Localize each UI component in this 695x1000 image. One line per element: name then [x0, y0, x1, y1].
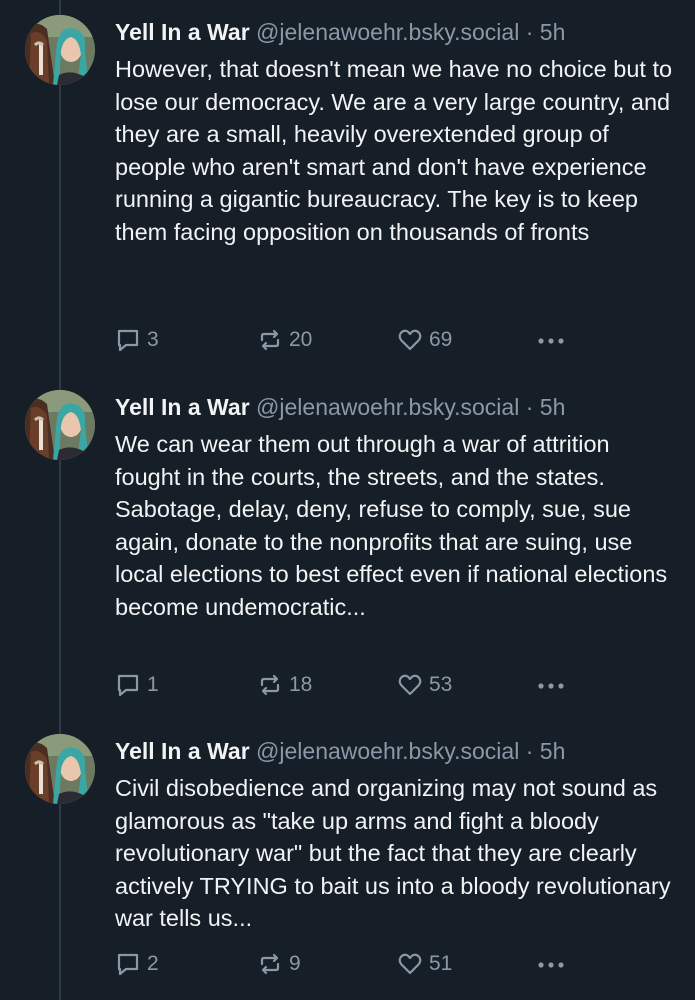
repost-count: 20	[289, 328, 313, 351]
repost-count: 18	[289, 673, 313, 696]
heart-icon	[398, 329, 422, 351]
repost-icon	[260, 953, 280, 975]
repost-button[interactable]: 20	[257, 325, 312, 355]
separator: ·	[525, 738, 534, 764]
reply-count: 2	[147, 952, 159, 975]
post-header: Yell In a War @jelenawoehr.bsky.social ·…	[115, 390, 565, 424]
post-header: Yell In a War @jelenawoehr.bsky.social ·…	[115, 15, 565, 49]
like-count: 69	[429, 328, 453, 351]
post-time[interactable]: 5h	[540, 738, 566, 764]
author-name[interactable]: Yell In a War	[115, 19, 250, 45]
more-button[interactable]	[536, 670, 572, 700]
like-button[interactable]: 51	[397, 949, 452, 979]
author-handle[interactable]: @jelenawoehr.bsky.social	[256, 394, 519, 420]
reply-icon	[117, 329, 139, 352]
avatar[interactable]	[25, 734, 95, 804]
more-button[interactable]	[536, 325, 572, 355]
thread: Yell In a War @jelenawoehr.bsky.social ·…	[0, 0, 695, 1000]
reply-count: 1	[147, 673, 159, 696]
separator: ·	[525, 19, 534, 45]
separator: ·	[525, 394, 534, 420]
more-icon	[538, 683, 564, 689]
post-time[interactable]: 5h	[540, 394, 566, 420]
author-handle[interactable]: @jelenawoehr.bsky.social	[256, 19, 519, 45]
repost-icon	[260, 674, 280, 696]
reply-button[interactable]: 1	[115, 670, 159, 700]
more-button[interactable]	[536, 949, 572, 979]
repost-count: 9	[289, 952, 301, 975]
like-button[interactable]: 53	[397, 670, 452, 700]
reply-button[interactable]: 3	[115, 325, 159, 355]
reply-count: 3	[147, 328, 159, 351]
post-time[interactable]: 5h	[540, 19, 566, 45]
more-icon	[538, 338, 564, 344]
avatar[interactable]	[25, 15, 95, 85]
post-text: Civil disobedience and organizing may no…	[115, 775, 671, 931]
reply-button[interactable]: 2	[115, 949, 159, 979]
avatar[interactable]	[25, 390, 95, 460]
post-actions: 2 9 51	[115, 949, 575, 979]
heart-icon	[398, 953, 422, 975]
repost-icon	[260, 329, 280, 351]
author-name[interactable]: Yell In a War	[115, 394, 250, 420]
post-actions: 1 18 53	[115, 670, 575, 700]
post-actions: 3 20 69	[115, 325, 575, 355]
post-text: We can wear them out through a war of at…	[115, 431, 668, 620]
more-icon	[538, 962, 564, 968]
reply-icon	[117, 953, 139, 976]
post-text: However, that doesn't mean we have no ch…	[115, 56, 673, 245]
like-button[interactable]: 69	[397, 325, 452, 355]
thread-line	[59, 0, 61, 1000]
like-count: 51	[429, 952, 453, 975]
heart-icon	[398, 674, 422, 696]
post-header: Yell In a War @jelenawoehr.bsky.social ·…	[115, 734, 565, 768]
author-name[interactable]: Yell In a War	[115, 738, 250, 764]
repost-button[interactable]: 18	[257, 670, 312, 700]
repost-button[interactable]: 9	[257, 949, 301, 979]
like-count: 53	[429, 673, 453, 696]
reply-icon	[117, 674, 139, 697]
author-handle[interactable]: @jelenawoehr.bsky.social	[256, 738, 519, 764]
